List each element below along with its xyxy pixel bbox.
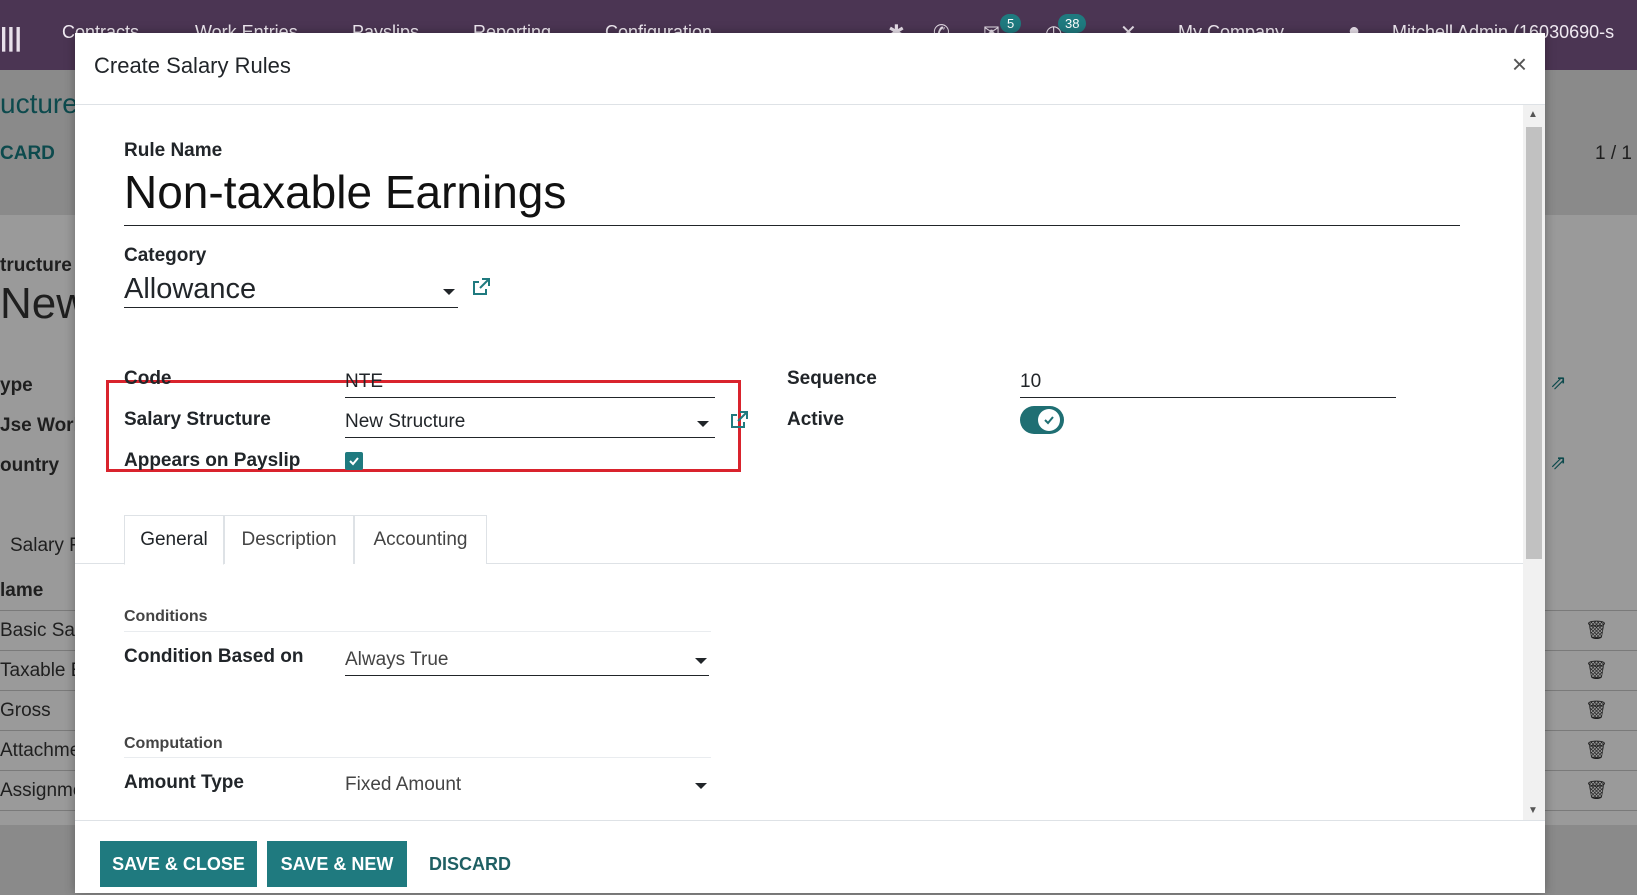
scroll-down-icon[interactable]: ▼ (1528, 805, 1538, 816)
bg-type-label: ype (0, 375, 33, 396)
create-salary-rules-dialog: Create Salary Rules × Rule Name Non-taxa… (75, 33, 1545, 893)
appears-on-payslip-checkbox[interactable] (345, 452, 363, 470)
modal-title: Create Salary Rules (94, 53, 291, 78)
amount-type-select[interactable]: Fixed Amount (345, 774, 461, 796)
code-underline (345, 397, 715, 398)
scrollbar[interactable]: ▲ ▼ (1523, 105, 1545, 820)
notebook-tabs: General Description Accounting (75, 515, 1523, 565)
table-row[interactable]: Gross (0, 700, 51, 722)
tab-description[interactable]: Description (224, 515, 354, 564)
condition-based-on-label: Condition Based on (124, 646, 304, 667)
save-new-button[interactable]: SAVE & NEW (267, 841, 407, 887)
category-label: Category (124, 245, 207, 266)
condition-underline (345, 675, 709, 676)
condition-based-on-select[interactable]: Always True (345, 649, 448, 671)
active-label: Active (787, 409, 845, 430)
modal-header: Create Salary Rules × (75, 33, 1545, 105)
save-close-button[interactable]: SAVE & CLOSE (100, 841, 257, 887)
check-icon (1044, 416, 1054, 425)
trash-icon[interactable]: 🗑 (1585, 740, 1608, 761)
appears-on-payslip-label: Appears on Payslip (124, 450, 301, 471)
category-underline (124, 307, 458, 308)
table-row[interactable]: Assignme (0, 780, 83, 802)
sequence-label: Sequence (787, 368, 877, 389)
rule-name-input[interactable]: Non-taxable Earnings (124, 165, 566, 219)
external-link-icon[interactable] (729, 410, 749, 430)
discard-button[interactable]: DISCARD (420, 841, 520, 887)
table-row[interactable]: Taxable E (0, 660, 83, 682)
pager[interactable]: 1 / 1 (1595, 143, 1632, 165)
section-divider (124, 757, 711, 758)
bg-structure-label: tructure (0, 255, 72, 276)
messages-badge: 5 (1000, 14, 1022, 33)
bg-use-work-label: Jse Work (0, 415, 85, 436)
bg-salary-rules-tab[interactable]: Salary R (10, 535, 83, 557)
scroll-up-icon[interactable]: ▲ (1528, 109, 1538, 120)
table-row[interactable]: Attachme (0, 740, 80, 762)
sequence-input[interactable]: 10 (1020, 371, 1041, 393)
category-select[interactable]: Allowance (124, 273, 256, 306)
activities-badge: 38 (1058, 14, 1087, 33)
bg-discard-button[interactable]: CARD (0, 143, 55, 165)
close-icon[interactable]: × (1512, 49, 1527, 80)
chevron-down-icon[interactable] (695, 783, 707, 789)
active-toggle[interactable] (1020, 406, 1064, 434)
trash-icon[interactable]: 🗑 (1585, 780, 1608, 801)
trash-icon[interactable]: 🗑 (1585, 660, 1608, 681)
trash-icon[interactable]: 🗑 (1585, 700, 1608, 721)
code-input[interactable]: NTE (345, 371, 383, 393)
amount-type-label: Amount Type (124, 772, 244, 793)
bg-name-column: lame (0, 580, 44, 601)
rule-name-underline (124, 225, 1460, 226)
tab-accounting[interactable]: Accounting (354, 515, 487, 564)
modal-footer: SAVE & CLOSE SAVE & NEW DISCARD (75, 820, 1545, 893)
chevron-down-icon[interactable] (695, 658, 707, 664)
salary-structure-select[interactable]: New Structure (345, 411, 465, 433)
trash-icon[interactable]: 🗑 (1585, 620, 1608, 641)
salary-structure-underline (345, 437, 715, 438)
external-link-icon[interactable]: ⇗ (1550, 370, 1567, 395)
chevron-down-icon[interactable] (697, 421, 709, 427)
tab-general[interactable]: General (124, 515, 224, 565)
code-label: Code (124, 368, 172, 389)
chevron-down-icon[interactable] (443, 289, 455, 295)
sequence-underline (1020, 397, 1396, 398)
check-icon (349, 457, 359, 466)
external-link-icon[interactable]: ⇗ (1550, 450, 1567, 475)
toggle-knob (1038, 409, 1060, 431)
external-link-icon[interactable] (471, 277, 491, 297)
conditions-section-title: Conditions (124, 608, 208, 625)
bg-country-label: ountry (0, 455, 60, 476)
computation-section-title: Computation (124, 735, 223, 752)
apps-menu-icon[interactable]: ||| (0, 22, 22, 53)
scrollbar-thumb[interactable] (1526, 127, 1542, 559)
modal-body: Rule Name Non-taxable Earnings Category … (75, 105, 1545, 820)
section-divider (124, 631, 711, 632)
salary-structure-label: Salary Structure (124, 409, 271, 430)
rule-name-label: Rule Name (124, 140, 223, 161)
